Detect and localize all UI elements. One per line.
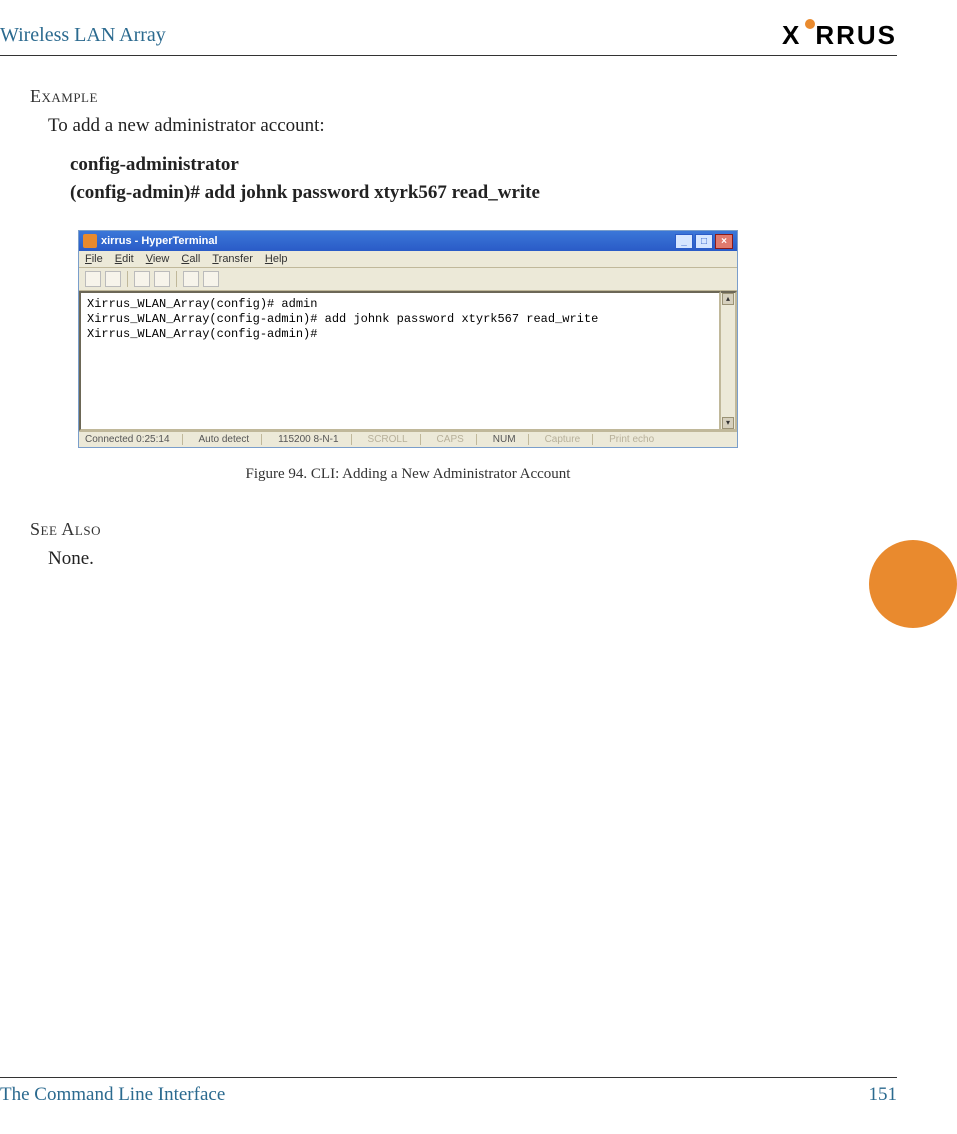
scroll-up-icon[interactable]: ▴ [722, 293, 734, 305]
logo-dot-icon [805, 19, 815, 29]
terminal-body-wrap: Xirrus_WLAN_Array(config)# admin Xirrus_… [79, 291, 737, 431]
terminal-output[interactable]: Xirrus_WLAN_Array(config)# admin Xirrus_… [79, 291, 721, 431]
new-icon[interactable] [85, 271, 101, 287]
status-capture: Capture [545, 434, 594, 445]
status-printecho: Print echo [609, 434, 654, 445]
figure-caption: Figure 94. CLI: Adding a New Administrat… [78, 466, 738, 483]
command-line-2: (config-admin)# add johnk password xtyrk… [70, 179, 897, 207]
menu-file[interactable]: File [85, 253, 103, 265]
page-footer: The Command Line Interface 151 [0, 1077, 897, 1106]
see-also-body: None. [48, 548, 897, 570]
hangup-icon[interactable] [154, 271, 170, 287]
status-bar: Connected 0:25:14 Auto detect 115200 8-N… [79, 431, 737, 447]
toolbar-separator [127, 271, 128, 287]
status-caps: CAPS [437, 434, 477, 445]
command-block: config-administrator (config-admin)# add… [70, 151, 897, 206]
command-line-1: config-administrator [70, 151, 897, 179]
example-heading: Example [30, 86, 897, 107]
receive-icon[interactable] [203, 271, 219, 287]
footer-section: The Command Line Interface [0, 1084, 225, 1106]
scroll-down-icon[interactable]: ▾ [722, 417, 734, 429]
page-header: Wireless LAN Array XRRUS [0, 20, 897, 56]
example-intro: To add a new administrator account: [48, 115, 897, 137]
minimize-button[interactable]: _ [675, 234, 693, 249]
status-detect: Auto detect [199, 434, 263, 445]
status-connected: Connected 0:25:14 [85, 434, 183, 445]
menu-help[interactable]: Help [265, 253, 288, 265]
menu-transfer[interactable]: Transfer [212, 253, 253, 265]
footer-page: 151 [869, 1084, 898, 1106]
menu-call[interactable]: Call [181, 253, 200, 265]
menu-view[interactable]: View [146, 253, 170, 265]
open-icon[interactable] [105, 271, 121, 287]
menu-edit[interactable]: Edit [115, 253, 134, 265]
call-icon[interactable] [134, 271, 150, 287]
send-icon[interactable] [183, 271, 199, 287]
status-num: NUM [493, 434, 529, 445]
hyperterminal-window: xirrus - HyperTerminal _ □ × File Edit V… [78, 230, 738, 448]
scrollbar[interactable]: ▴ ▾ [721, 291, 737, 431]
window-titlebar[interactable]: xirrus - HyperTerminal _ □ × [79, 231, 737, 251]
brand-logo: XRRUS [782, 20, 897, 51]
app-icon [83, 234, 97, 248]
close-button[interactable]: × [715, 234, 733, 249]
section-tab-icon [869, 540, 957, 628]
window-controls: _ □ × [675, 234, 733, 249]
window-title: xirrus - HyperTerminal [101, 235, 675, 247]
see-also-heading: See Also [30, 519, 897, 540]
toolbar-separator [176, 271, 177, 287]
header-title: Wireless LAN Array [0, 24, 166, 47]
menu-bar: File Edit View Call Transfer Help [79, 251, 737, 268]
status-baud: 115200 8-N-1 [278, 434, 351, 445]
toolbar [79, 268, 737, 291]
status-scroll: SCROLL [368, 434, 421, 445]
main-content: Example To add a new administrator accou… [0, 86, 897, 570]
maximize-button[interactable]: □ [695, 234, 713, 249]
